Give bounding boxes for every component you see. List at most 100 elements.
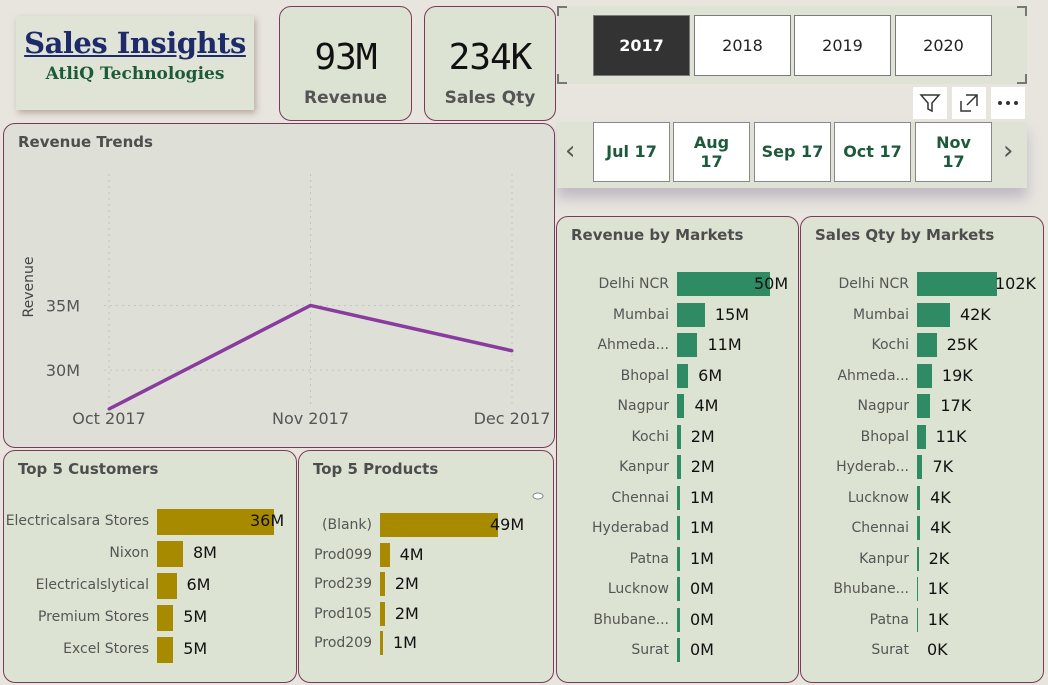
month-aug-17-button[interactable]: Aug 17: [673, 122, 750, 182]
chevron-right-icon[interactable]: ›: [1003, 136, 1013, 166]
bar[interactable]: [917, 607, 918, 632]
month-jul-17-button[interactable]: Jul 17: [593, 122, 670, 182]
year-2017-button[interactable]: 2017: [593, 15, 690, 76]
chevron-left-icon[interactable]: ‹: [565, 136, 575, 166]
bar[interactable]: [677, 638, 680, 662]
filter-icon[interactable]: [913, 87, 947, 119]
bar-value-label: 1K: [927, 609, 949, 629]
bar[interactable]: [917, 333, 937, 357]
bar[interactable]: [380, 572, 385, 596]
bar[interactable]: [677, 546, 680, 571]
bar-value-label: 11M: [707, 335, 742, 354]
bar[interactable]: [677, 333, 698, 357]
bar[interactable]: [157, 541, 183, 567]
bar[interactable]: [677, 455, 681, 479]
bar[interactable]: [380, 513, 498, 537]
bar-category-label: Prod105: [314, 605, 372, 622]
bar-value-label: 2M: [394, 603, 419, 623]
month-slicer[interactable]: ‹ Jul 17 Aug 17 Sep 17 Oct 17 Nov 17 ›: [557, 122, 1027, 188]
bar-category-label: Nagpur: [857, 398, 909, 414]
focus-mode-icon[interactable]: [952, 87, 986, 119]
bar-value-label: 4K: [930, 518, 951, 537]
bar[interactable]: [157, 605, 174, 631]
y-tick-label: 30M: [46, 361, 80, 380]
year-slicer[interactable]: 2017 2018 2019 2020: [557, 6, 1027, 84]
bar[interactable]: [917, 424, 926, 449]
bar[interactable]: [677, 577, 680, 601]
bar[interactable]: [917, 272, 997, 296]
bar[interactable]: [380, 631, 383, 655]
bar[interactable]: [157, 573, 177, 599]
bar-value-label: 102K: [995, 274, 1037, 293]
bar[interactable]: [917, 394, 931, 418]
top-customers-card[interactable]: Top 5 Customers Electricalsara Stores 36M…: [3, 450, 297, 683]
x-tick-label: Oct 2017: [72, 409, 145, 428]
bar-value-label: 4M: [694, 396, 719, 415]
bar-category-label: Prod239: [314, 576, 372, 592]
bar[interactable]: [157, 637, 174, 663]
bar[interactable]: [917, 455, 923, 479]
revenue-series-line[interactable]: [108, 303, 513, 411]
bar[interactable]: [917, 577, 918, 601]
bar-category-label: Premium Stores: [37, 609, 149, 625]
more-options-icon[interactable]: [991, 87, 1025, 119]
bar[interactable]: [677, 485, 680, 510]
month-nov-17-button[interactable]: Nov 17: [915, 122, 992, 182]
bar[interactable]: [380, 542, 390, 567]
revenue-trends-card[interactable]: Revenue Trends 35M 30M Oct 2017 Nov 2017 Dec…: [3, 123, 555, 448]
bar-category-label: Nagpur: [617, 398, 669, 414]
bar[interactable]: [917, 546, 919, 571]
bar-category-label: Bhubane...: [833, 581, 909, 597]
bar-value-label: 6M: [698, 365, 723, 385]
bar[interactable]: [917, 516, 921, 540]
data-point[interactable]: [510, 349, 514, 353]
top-products-card[interactable]: Top 5 Products (Blank) 49M Prod099 4M Prod23…: [298, 450, 554, 683]
data-point[interactable]: [309, 303, 312, 307]
revenue-kpi-value: 93M: [314, 37, 377, 78]
selection-corner: [1017, 74, 1027, 84]
year-2020-button[interactable]: 2020: [895, 15, 992, 76]
bar[interactable]: [677, 302, 705, 327]
bar-category-label: Bhopal: [620, 367, 669, 384]
bar-value-label: 1M: [690, 548, 714, 568]
bar-category-label: Lucknow: [847, 489, 909, 506]
sales-qty-by-markets-card[interactable]: Sales Qty by Markets Delhi NCR 102K Mumbai…: [800, 216, 1044, 683]
bar[interactable]: [677, 424, 681, 449]
bar-category-label: Ahmeda...: [837, 367, 909, 384]
year-2019-button[interactable]: 2019: [794, 15, 891, 76]
bar-value-label: 1M: [393, 633, 417, 652]
bar-category-label: Chennai: [851, 520, 909, 536]
bar[interactable]: [677, 607, 680, 632]
bar-value-label: 6M: [186, 575, 211, 594]
bar-category-label: Lucknow: [607, 581, 669, 597]
revenue-kpi-label: Revenue: [304, 88, 387, 108]
sales-qty-kpi-card[interactable]: 234K Sales Qty: [424, 6, 556, 121]
bar-category-label: Electricalsara Stores: [5, 513, 149, 529]
bar-value-label: 2M: [394, 574, 419, 593]
month-sep-17-button[interactable]: Sep 17: [754, 122, 831, 182]
revenue-by-markets-card[interactable]: Revenue by Markets Delhi NCR 50M Mumbai 15M…: [556, 216, 799, 683]
bar[interactable]: [917, 302, 950, 327]
bar[interactable]: [677, 516, 680, 540]
bar-value-label: 2K: [928, 548, 950, 568]
bar[interactable]: [917, 485, 921, 510]
resize-handle-icon[interactable]: [532, 492, 544, 500]
bar-value-label: 5M: [183, 607, 208, 626]
year-2018-button[interactable]: 2018: [694, 15, 791, 76]
bar-category-label: Patna: [869, 611, 909, 628]
sales-qty-kpi-label: Sales Qty: [444, 88, 536, 108]
company-name: AtliQ Technologies: [45, 64, 225, 84]
bar-value-label: 8M: [193, 543, 217, 562]
month-oct-17-button[interactable]: Oct 17: [834, 122, 911, 182]
revenue-kpi-card[interactable]: 93M Revenue: [279, 6, 412, 121]
revenue-by-markets-title: Revenue by Markets: [571, 226, 744, 244]
data-point[interactable]: [107, 407, 111, 411]
bar-category-label: Chennai: [611, 489, 669, 506]
bar[interactable]: [677, 394, 685, 418]
bar[interactable]: [380, 601, 385, 626]
bar[interactable]: [677, 363, 689, 388]
bar-value-label: 2M: [690, 457, 715, 476]
bar[interactable]: [917, 363, 932, 388]
selection-corner: [557, 74, 567, 84]
bar-value-label: 25K: [946, 335, 978, 354]
